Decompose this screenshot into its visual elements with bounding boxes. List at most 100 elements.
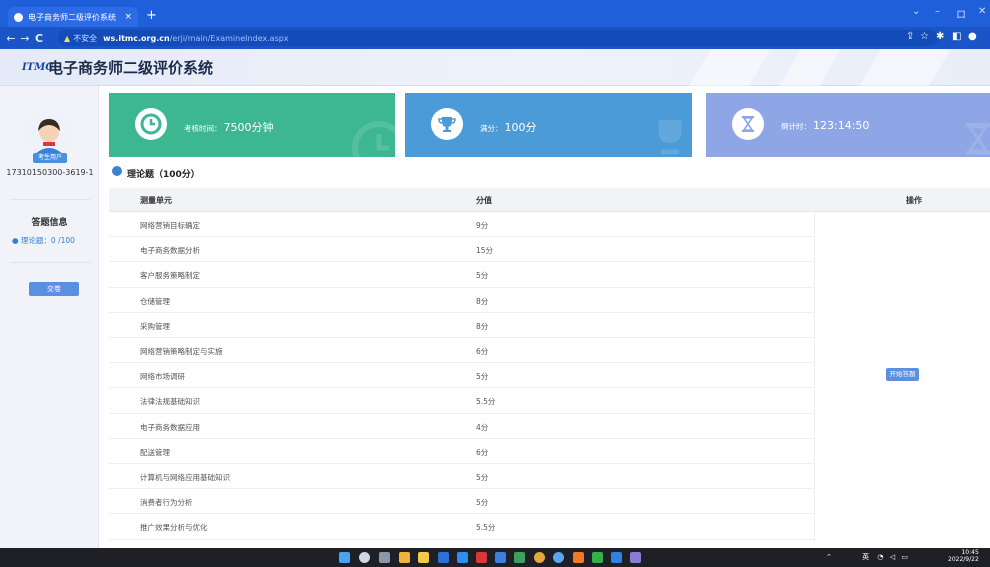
chrome-icon[interactable] <box>534 552 545 563</box>
table-row: 网络营销目标确定 9分 <box>109 212 814 238</box>
share-icon[interactable]: ⇪ <box>906 31 914 42</box>
wps-icon[interactable] <box>476 552 487 563</box>
sidepanel-icon[interactable]: ◧ <box>952 31 961 42</box>
trophy-icon <box>658 120 682 155</box>
app-icon[interactable] <box>573 552 584 563</box>
start-answer-button[interactable]: 开始答题 <box>886 368 919 381</box>
time: 10:45 <box>961 549 979 556</box>
page-title: 电子商务师二级评价系统 <box>48 60 214 77</box>
unit-name: 消费者行为分析 <box>140 498 193 508</box>
system-tray[interactable]: ⌃ 英 ◔ ◁ ▭ <box>826 552 908 562</box>
role-badge: 考生用户 <box>33 153 67 163</box>
clock[interactable]: 10:45 2022/9/22 <box>948 549 979 563</box>
unit-name: 电子商务数据应用 <box>140 422 200 432</box>
unit-score: 9分 <box>476 221 489 230</box>
tab-search-icon[interactable]: ⌄ <box>912 6 920 17</box>
column-header-action: 操作 <box>906 196 922 205</box>
unit-name: 电子商务数据分析 <box>140 246 200 256</box>
unit-name: 仓储管理 <box>140 296 170 306</box>
user-id: 17310150300-3619-1 <box>6 168 94 177</box>
table-row: 推广效果分析与优化 5.5分 <box>109 514 814 540</box>
search-app-icon[interactable] <box>399 552 410 563</box>
forward-button[interactable]: → <box>18 32 32 45</box>
unit-name: 网络营销策略制定与实施 <box>140 347 223 356</box>
unit-name: 客户服务策略制定 <box>140 271 200 281</box>
word-icon[interactable] <box>457 552 468 563</box>
unit-score: 5分 <box>476 498 489 508</box>
task-view-icon[interactable] <box>379 552 390 563</box>
input-language[interactable]: 英 <box>862 553 869 561</box>
tab-close-icon[interactable]: × <box>124 12 132 22</box>
table-row: 法律法规基础知识 5.5分 <box>109 388 814 414</box>
table-row: 电子商务数据分析 15分 <box>109 237 814 263</box>
table-row: 客户服务策略制定 5分 <box>109 262 814 288</box>
unit-name: 配送管理 <box>140 447 170 457</box>
hourglass-icon <box>966 123 990 155</box>
url-input[interactable]: ▲ 不安全 ws.itmc.org.cn /erji/main/ExamineI… <box>58 30 938 46</box>
unit-score: 8分 <box>476 296 489 306</box>
countdown-card: 倒计时： 123:14:50 <box>706 93 990 157</box>
table-row: 网络营销策略制定与实施 6分 <box>109 338 814 364</box>
theory-progress: ● 理论题：0 /100 <box>12 236 75 245</box>
new-tab-button[interactable]: + <box>146 8 157 23</box>
battery-icon[interactable]: ▭ <box>901 553 908 561</box>
divider <box>10 199 90 200</box>
table-row: 配送管理 6分 <box>109 438 814 464</box>
minimize-button[interactable]: – <box>935 6 940 17</box>
close-window-button[interactable]: ✕ <box>978 6 986 17</box>
browser-icon[interactable] <box>553 552 564 563</box>
unit-score: 5分 <box>476 372 489 382</box>
file-explorer-icon[interactable] <box>418 552 429 563</box>
countdown-value: 123:14:50 <box>813 119 870 132</box>
unit-score: 5分 <box>476 271 489 281</box>
browser-tab[interactable]: 电子商务师二级评价系统 × <box>8 7 138 27</box>
user-avatar-icon <box>27 112 71 156</box>
column-header-score: 分值 <box>476 196 492 205</box>
submit-exam-button[interactable]: 交卷 <box>29 282 79 296</box>
table-row: 消费者行为分析 5分 <box>109 489 814 515</box>
unit-score: 15分 <box>476 246 494 256</box>
column-header-unit: 测量单元 <box>140 196 172 205</box>
unit-name: 法律法规基础知识 <box>140 397 200 407</box>
full-score-label: 满分： <box>480 124 503 133</box>
url-path: /erji/main/ExamineIndex.aspx <box>169 33 289 43</box>
full-score-card: 满分： 100分 <box>405 93 692 157</box>
table-row: 采购管理 8分 <box>109 312 814 338</box>
unit-score: 8分 <box>476 321 489 331</box>
chevron-up-icon[interactable]: ⌃ <box>826 553 832 561</box>
app-icon[interactable] <box>611 552 622 563</box>
calendar-icon[interactable] <box>495 552 506 563</box>
unit-score: 5.5分 <box>476 523 496 533</box>
unit-score: 6分 <box>476 447 489 457</box>
search-icon[interactable] <box>359 552 370 563</box>
reload-button[interactable]: C <box>32 32 46 45</box>
photoshop-icon[interactable] <box>438 552 449 563</box>
start-menu-icon[interactable] <box>339 552 350 563</box>
wechat-icon[interactable] <box>592 552 603 563</box>
table-row: 网络市场调研 5分 <box>109 363 814 389</box>
table-row: 电子商务数据应用 4分 <box>109 413 814 439</box>
exam-time-value: 7500分钟 <box>223 121 274 134</box>
table-row: 仓储管理 8分 <box>109 287 814 313</box>
app-icon[interactable] <box>630 552 641 563</box>
insecure-label: 不安全 <box>73 33 98 43</box>
warning-icon: ▲ <box>64 33 71 43</box>
tab-title: 电子商务师二级评价系统 <box>28 12 116 22</box>
table-row: 计算机与网络应用基础知识 5分 <box>109 464 814 490</box>
unit-score: 4分 <box>476 422 489 432</box>
unit-score: 5分 <box>476 473 489 482</box>
wifi-icon[interactable]: ◔ <box>877 553 883 561</box>
extensions-icon[interactable]: ✱ <box>936 31 944 42</box>
volume-icon[interactable]: ◁ <box>890 553 895 561</box>
maximize-button[interactable]: ロ <box>956 6 966 21</box>
clock-icon <box>135 108 167 140</box>
exam-time-card: 考核时间： 7500分钟 <box>109 93 395 157</box>
notes-icon[interactable] <box>514 552 525 563</box>
countdown-label: 倒计时： <box>781 122 811 131</box>
clock-icon <box>352 121 395 157</box>
profile-icon[interactable]: ● <box>968 31 977 42</box>
back-button[interactable]: ← <box>4 32 18 45</box>
unit-name: 推广效果分析与优化 <box>140 523 208 533</box>
bookmark-star-icon[interactable]: ☆ <box>920 31 929 42</box>
favicon-icon <box>14 12 23 22</box>
